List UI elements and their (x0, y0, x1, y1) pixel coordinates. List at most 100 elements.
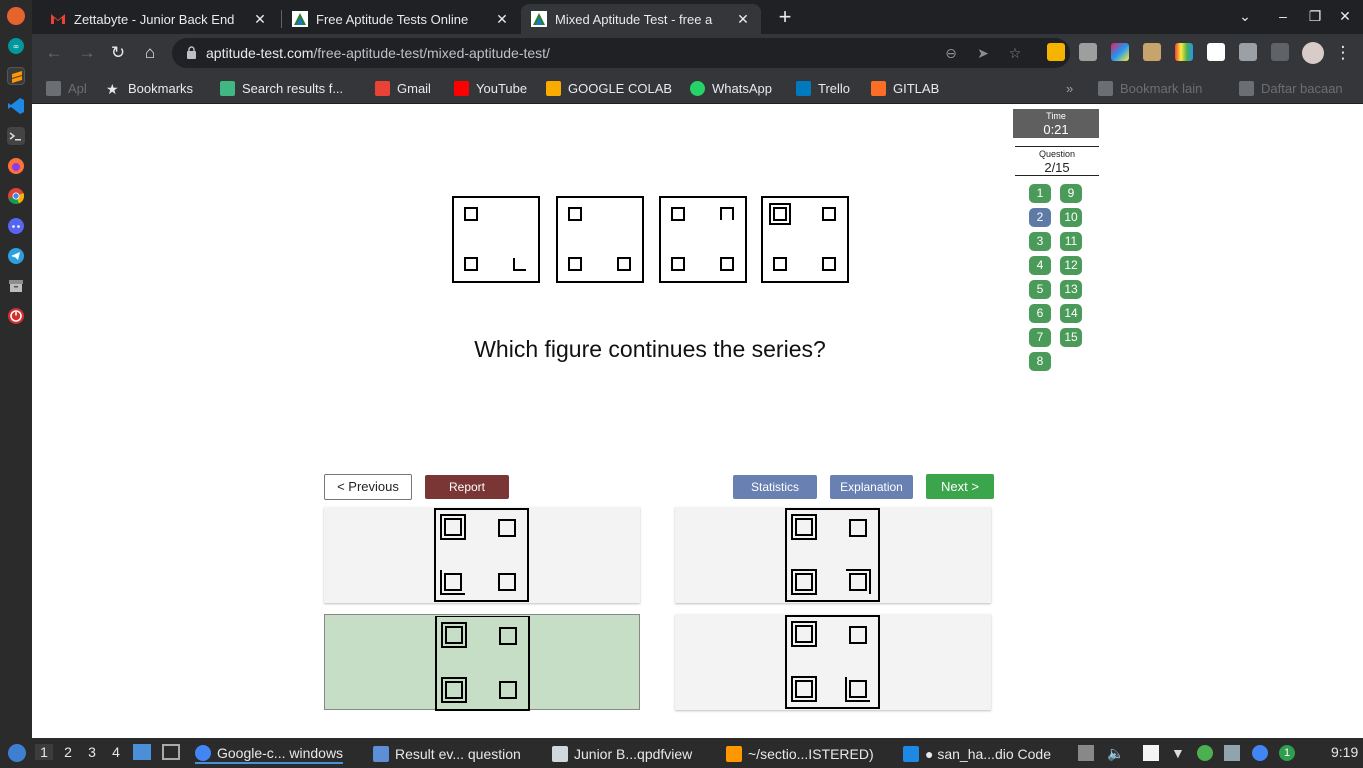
bookmark-search-results[interactable]: Search results f... (220, 78, 343, 98)
taskbar-app-sublime[interactable]: ~/sectio...ISTERED) (726, 744, 874, 764)
chrome-tray-icon[interactable] (1252, 745, 1268, 761)
new-tab-button[interactable]: + (772, 6, 798, 30)
question-number-7[interactable]: 7 (1029, 328, 1051, 347)
image-icon[interactable] (1143, 43, 1161, 61)
cb-extension-icon[interactable] (1207, 43, 1225, 61)
answer-option-a[interactable] (324, 507, 640, 603)
question-number-8[interactable]: 8 (1029, 352, 1051, 371)
archive-icon[interactable] (7, 277, 25, 295)
workspace-2[interactable]: 2 (59, 744, 77, 760)
taskbar-app-chrome[interactable]: Google-c... windows (195, 744, 344, 764)
menu-icon[interactable]: ⋮ (1332, 42, 1354, 64)
workspace-4[interactable]: 4 (107, 744, 125, 760)
pencil-app-icon[interactable] (7, 7, 25, 25)
camera-icon[interactable] (1079, 43, 1097, 61)
tab-mixed-aptitude[interactable]: Mixed Aptitude Test - free a ✕ (521, 4, 761, 34)
answer-option-b[interactable] (675, 507, 991, 603)
tab-free-aptitude[interactable]: Free Aptitude Tests Online ✕ (282, 4, 520, 34)
question-number-12[interactable]: 12 (1060, 256, 1082, 275)
address-bar[interactable]: aptitude-test.com/free-aptitude-test/mix… (172, 38, 1070, 68)
question-number-11[interactable]: 11 (1060, 232, 1082, 251)
other-bookmarks[interactable]: Bookmark lain (1098, 78, 1202, 98)
bookmark-whatsapp[interactable]: WhatsApp (690, 78, 772, 98)
next-button[interactable]: Next > (926, 474, 994, 499)
volume-icon[interactable]: 🔈 (1107, 745, 1124, 761)
answer-option-c[interactable] (324, 614, 640, 711)
question-number-5[interactable]: 5 (1029, 280, 1051, 299)
bookmark-apps[interactable]: Apl (46, 78, 87, 98)
question-number-1[interactable]: 1 (1029, 184, 1051, 203)
question-number-2[interactable]: 2 (1029, 208, 1051, 227)
clipboard-icon[interactable] (1078, 745, 1094, 761)
answer-figure-a (434, 508, 529, 602)
tab-title: Zettabyte - Junior Back End (74, 11, 235, 27)
forward-icon[interactable]: → (76, 42, 98, 64)
tab-zettabyte[interactable]: Zettabyte - Junior Back End ✕ (40, 4, 278, 34)
bookmark-gitlab[interactable]: GITLAB (871, 78, 939, 98)
close-icon[interactable]: ✕ (735, 11, 751, 28)
explanation-button[interactable]: Explanation (830, 475, 913, 499)
question-number-3[interactable]: 3 (1029, 232, 1051, 251)
show-desktop-icon[interactable] (133, 744, 151, 760)
question-number-13[interactable]: 13 (1060, 280, 1082, 299)
close-icon[interactable]: ✕ (494, 11, 510, 28)
vpn-icon[interactable] (1197, 745, 1213, 761)
start-menu-icon[interactable] (8, 744, 26, 762)
reload-icon[interactable]: ↻ (107, 42, 129, 64)
notification-icon[interactable] (1224, 745, 1240, 761)
youtube-icon (454, 80, 469, 96)
bookmark-bookmarks[interactable]: ★ Bookmarks (106, 78, 193, 98)
reading-list[interactable]: Daftar bacaan (1239, 78, 1343, 98)
star-icon[interactable]: ☆ (1006, 44, 1024, 62)
taskbar-app-vscode[interactable]: ● san_ha...dio Code (903, 744, 1051, 764)
taskbar-app-files[interactable]: Result ev... question (373, 744, 521, 764)
workspace-1[interactable]: 1 (35, 744, 53, 760)
avatar[interactable] (1302, 42, 1324, 64)
telegram-icon[interactable] (7, 247, 25, 265)
firefox-icon[interactable] (7, 157, 25, 175)
bookmark-gmail[interactable]: Gmail (375, 78, 431, 98)
question-number-6[interactable]: 6 (1029, 304, 1051, 323)
question-number-14[interactable]: 14 (1060, 304, 1082, 323)
workspace-3[interactable]: 3 (83, 744, 101, 760)
aptitude-logo-icon (292, 11, 308, 27)
discord-icon[interactable] (7, 217, 25, 235)
question-number-15[interactable]: 15 (1060, 328, 1082, 347)
bookmark-trello[interactable]: Trello (796, 78, 850, 98)
palette-icon[interactable] (1175, 43, 1193, 61)
question-number-9[interactable]: 9 (1060, 184, 1082, 203)
wifi-icon[interactable]: ▼ (1171, 745, 1187, 761)
bookmarks-overflow-icon[interactable]: » (1066, 78, 1073, 98)
maximize-icon[interactable]: ❐ (1305, 8, 1325, 25)
close-icon[interactable]: ✕ (252, 11, 268, 28)
shutdown-icon[interactable] (7, 307, 25, 325)
send-icon[interactable]: ➤ (974, 44, 992, 62)
update-badge[interactable]: 1 (1279, 745, 1295, 761)
report-button[interactable]: Report (425, 475, 509, 499)
question-number-10[interactable]: 10 (1060, 208, 1082, 227)
zoom-icon[interactable]: ⊖ (942, 44, 960, 62)
tab-search-icon[interactable]: ⌄ (1235, 8, 1255, 25)
statistics-button[interactable]: Statistics (733, 475, 817, 499)
bookmark-youtube[interactable]: YouTube (454, 78, 527, 98)
terminal-icon[interactable] (162, 744, 180, 760)
home-icon[interactable]: ⌂ (139, 42, 161, 64)
extension-icon[interactable] (1047, 43, 1065, 61)
previous-button[interactable]: < Previous (324, 474, 412, 500)
media-icon[interactable] (1271, 43, 1289, 61)
minimize-icon[interactable]: – (1273, 8, 1293, 24)
bookmark-colab[interactable]: GOOGLE COLAB (546, 78, 672, 98)
taskbar-app-qpdfview[interactable]: Junior B...qpdfview (552, 744, 692, 764)
arduino-icon[interactable]: ∞ (7, 37, 25, 55)
notes-icon[interactable] (1143, 745, 1159, 761)
color-picker-icon[interactable] (1111, 43, 1129, 61)
puzzle-icon[interactable] (1239, 43, 1257, 61)
vscode-icon[interactable] (7, 97, 25, 115)
sublime-icon[interactable] (7, 67, 25, 85)
close-window-icon[interactable]: ✕ (1335, 8, 1355, 25)
terminal-icon[interactable] (7, 127, 25, 145)
question-number-4[interactable]: 4 (1029, 256, 1051, 275)
answer-option-d[interactable] (675, 614, 991, 710)
chrome-icon[interactable] (7, 187, 25, 205)
back-icon[interactable]: ← (43, 42, 65, 64)
